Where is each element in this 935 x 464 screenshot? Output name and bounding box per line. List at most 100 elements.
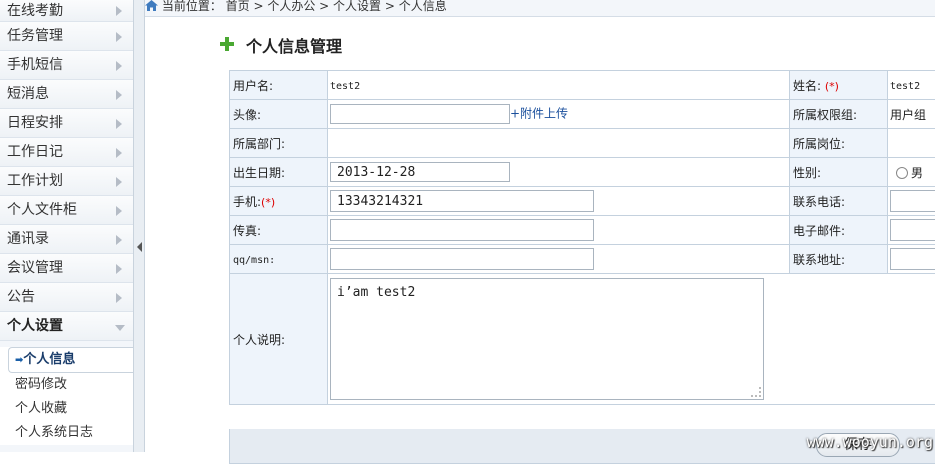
birth-label: 出生日期: <box>230 158 328 187</box>
required-mark: (*) <box>825 80 839 93</box>
required-mark: (*) <box>261 196 275 209</box>
form-row: 传真: 电子邮件: <box>230 216 935 245</box>
sidebar-item-work-plan[interactable]: 工作计划 <box>0 167 133 196</box>
email-input[interactable] <box>890 219 935 241</box>
sidebar-item-label: 工作计划 <box>7 167 63 196</box>
sidebar-item-label: 短消息 <box>7 80 49 109</box>
chevron-right-icon <box>116 61 122 71</box>
chevron-right-icon <box>116 119 122 129</box>
gender-male-radio[interactable] <box>896 167 908 179</box>
sidebar-item-label: 手机短信 <box>7 51 63 80</box>
phone-input[interactable] <box>890 190 935 212</box>
sidebar-subitem-personal-info[interactable]: ➡个人信息 <box>8 347 133 373</box>
sidebar-subitem-password[interactable]: 密码修改 <box>0 373 133 397</box>
sidebar-item-label: 个人设置 <box>7 312 63 341</box>
chevron-right-icon <box>116 206 122 216</box>
form-row: 出生日期: 性别: 男 <box>230 158 935 187</box>
sidebar-item-file-cabinet[interactable]: 个人文件柜 <box>0 196 133 225</box>
sidebar-item-label: 会议管理 <box>7 254 63 283</box>
form-row: 所属部门: 所属岗位: <box>230 129 935 158</box>
post-label: 所属岗位: <box>790 129 888 158</box>
mobile-label-cell: 手机:(*) <box>230 187 328 216</box>
sidebar-splitter[interactable] <box>134 0 145 452</box>
avatar-label: 头像: <box>230 100 328 129</box>
dept-value <box>328 129 790 158</box>
perm-group-value: 用户组 <box>890 108 926 122</box>
form-row: 个人说明: i’am test2 <box>230 274 935 405</box>
avatar-input[interactable] <box>330 104 510 124</box>
chevron-right-icon <box>116 32 122 42</box>
sidebar-subitem-favorites[interactable]: 个人收藏 <box>0 397 133 421</box>
qq-label: qq/msn: <box>233 255 275 266</box>
sidebar-item-notices[interactable]: 公告 <box>0 283 133 312</box>
form-row: 用户名: test2 姓名: (*) test2 <box>230 71 935 100</box>
sidebar-item-attendance[interactable]: 在线考勤 <box>0 0 133 22</box>
sidebar-item-label: 公告 <box>7 283 35 312</box>
fax-input[interactable] <box>330 219 594 241</box>
sidebar-item-meetings[interactable]: 会议管理 <box>0 254 133 283</box>
chevron-right-icon <box>116 177 122 187</box>
collapse-arrow-icon[interactable] <box>137 242 142 252</box>
mobile-input[interactable] <box>330 190 594 212</box>
name-label-cell: 姓名: (*) <box>790 71 888 100</box>
sidebar-item-schedule[interactable]: 日程安排 <box>0 109 133 138</box>
gender-male-label: 男 <box>911 166 923 180</box>
description-text: i’am test2 <box>337 285 415 300</box>
sidebar-item-personal-settings[interactable]: 个人设置 <box>0 312 133 341</box>
sidebar-item-sms[interactable]: 手机短信 <box>0 51 133 80</box>
sidebar-item-label: 日程安排 <box>7 109 63 138</box>
address-input[interactable] <box>890 248 935 270</box>
watermark: www.wooyun.org <box>807 433 933 451</box>
post-value <box>888 129 935 158</box>
sidebar-item-label: 在线考勤 <box>7 0 63 22</box>
sidebar-item-label: 个人文件柜 <box>7 196 77 225</box>
personal-info-form: 用户名: test2 姓名: (*) test2 头像: +附件上传 所属权限组… <box>229 70 935 405</box>
resize-grip-icon[interactable] <box>751 387 761 397</box>
sidebar-item-tasks[interactable]: 任务管理 <box>0 22 133 51</box>
chevron-right-icon <box>116 90 122 100</box>
form-row: 头像: +附件上传 所属权限组: 用户组 <box>230 100 935 129</box>
chevron-down-icon <box>115 325 125 331</box>
address-label: 联系地址: <box>790 245 888 274</box>
birth-date-input[interactable] <box>330 162 510 182</box>
sidebar-item-messages[interactable]: 短消息 <box>0 80 133 109</box>
chevron-right-icon <box>116 235 122 245</box>
breadcrumb-path: 首页 > 个人办公 > 个人设置 > 个人信息 <box>226 0 447 13</box>
sidebar-item-label: 通讯录 <box>7 225 49 254</box>
desc-label: 个人说明: <box>230 274 328 405</box>
sidebar-item-work-diary[interactable]: 工作日记 <box>0 138 133 167</box>
fax-label: 传真: <box>230 216 328 245</box>
chevron-right-icon <box>116 6 122 16</box>
name-label: 姓名: <box>793 79 821 93</box>
sidebar-subitem-label: 个人信息 <box>23 352 75 367</box>
sidebar: 在线考勤 任务管理 手机短信 短消息 日程安排 工作日记 工作计划 个人文件柜 … <box>0 0 134 452</box>
chevron-right-icon <box>116 148 122 158</box>
chevron-right-icon <box>116 293 122 303</box>
attach-upload-link[interactable]: +附件上传 <box>510 107 568 121</box>
sidebar-item-label: 任务管理 <box>7 22 63 51</box>
sidebar-submenu: ➡个人信息 密码修改 个人收藏 个人系统日志 <box>0 347 133 445</box>
username-label: 用户名: <box>230 71 328 100</box>
sidebar-item-label: 工作日记 <box>7 138 63 167</box>
sidebar-subitem-system-log[interactable]: 个人系统日志 <box>0 421 133 445</box>
form-row: qq/msn: 联系地址: <box>230 245 935 274</box>
breadcrumb: 当前位置： 首页 > 个人办公 > 个人设置 > 个人信息 <box>145 0 447 14</box>
home-icon <box>145 0 158 11</box>
gender-label: 性别: <box>790 158 888 187</box>
page-title: 个人信息管理 <box>220 33 342 57</box>
breadcrumb-prefix: 当前位置： <box>162 0 222 13</box>
email-label: 电子邮件: <box>790 216 888 245</box>
name-value: test2 <box>890 81 920 92</box>
phone-label: 联系电话: <box>790 187 888 216</box>
perm-group-label: 所属权限组: <box>790 100 888 129</box>
mobile-label: 手机: <box>233 195 261 209</box>
description-textarea[interactable]: i’am test2 <box>330 278 764 400</box>
page-title-text: 个人信息管理 <box>246 37 342 56</box>
sidebar-item-contacts[interactable]: 通讯录 <box>0 225 133 254</box>
main-area: 当前位置： 首页 > 个人办公 > 个人设置 > 个人信息 个人信息管理 用户名… <box>145 0 935 452</box>
form-row: 手机:(*) 联系电话: <box>230 187 935 216</box>
dept-label: 所属部门: <box>230 129 328 158</box>
chevron-right-icon <box>116 264 122 274</box>
qq-input[interactable] <box>330 248 594 270</box>
content-panel: 个人信息管理 用户名: test2 姓名: (*) test2 头像: +附件上… <box>145 16 935 453</box>
